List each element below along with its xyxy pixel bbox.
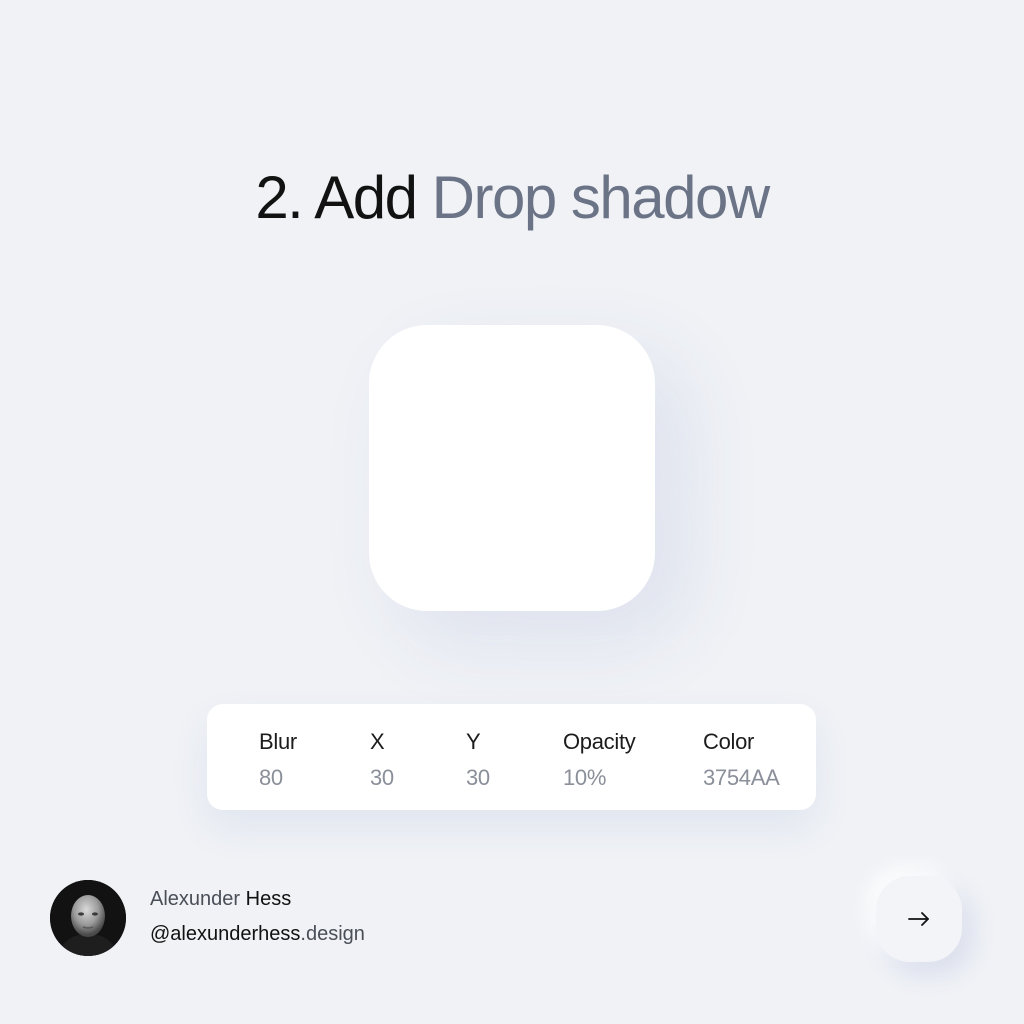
title-highlight: Drop shadow — [431, 164, 771, 231]
author-first-name: Alexunder — [150, 888, 241, 910]
param-x: X 30 — [370, 728, 394, 792]
param-label: Blur — [259, 729, 297, 754]
param-value: 30 — [466, 765, 490, 790]
handle-suffix: .design — [300, 923, 365, 945]
handle-main: @alexunderhess — [150, 923, 301, 945]
slide-title: 2. Add Drop shadow — [0, 162, 1024, 234]
author-name: Alexunder Hess — [150, 886, 291, 912]
param-label: Color — [703, 729, 755, 754]
title-prefix: 2. Add — [255, 164, 418, 231]
param-color: Color 3754AA — [703, 728, 780, 792]
param-value: 30 — [370, 765, 394, 790]
param-label: X — [370, 729, 385, 754]
param-blur: Blur 80 — [259, 728, 297, 792]
shadow-params-panel: Blur 80 X 30 Y 30 Opacity 10% Color 3754… — [207, 704, 816, 810]
arrow-right-icon — [908, 912, 929, 926]
next-button[interactable] — [876, 876, 962, 962]
author-last-name: Hess — [245, 888, 292, 910]
author-avatar — [50, 880, 126, 956]
param-y: Y 30 — [466, 728, 490, 792]
param-value: 10% — [563, 765, 607, 790]
param-value: 80 — [259, 765, 283, 790]
param-opacity: Opacity 10% — [563, 728, 636, 792]
author-photo — [50, 880, 126, 956]
param-label: Y — [466, 729, 481, 754]
param-label: Opacity — [563, 729, 636, 754]
drop-shadow-demo-card — [369, 325, 655, 611]
author-handle[interactable]: @alexunderhess.design — [150, 921, 365, 947]
param-value: 3754AA — [703, 765, 780, 790]
